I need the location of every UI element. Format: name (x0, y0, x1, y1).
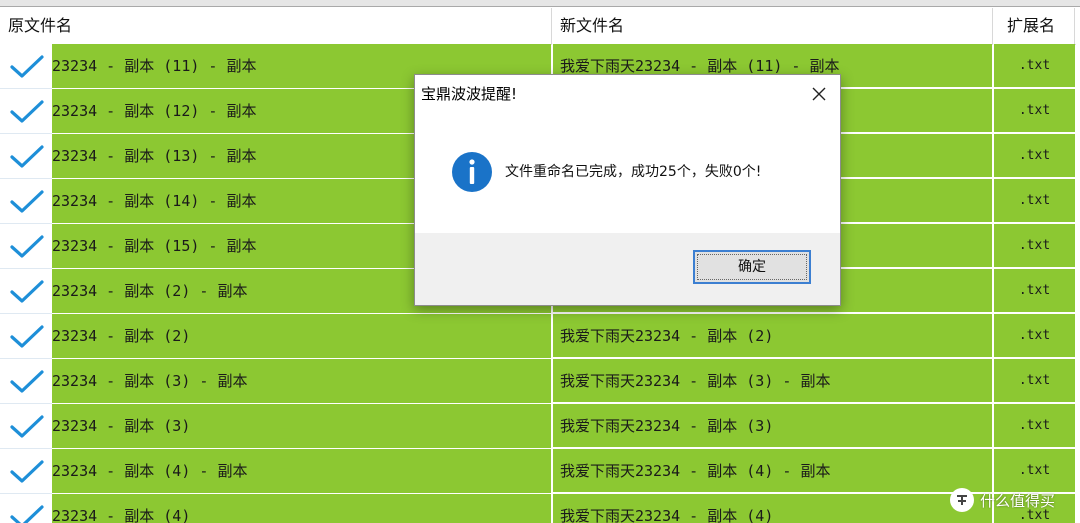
column-header-new[interactable]: 新文件名 (552, 8, 993, 44)
column-header-ext[interactable]: 扩展名 (993, 8, 1075, 44)
cell-new-name: 我爱下雨天23234 - 副本 (2) (552, 314, 992, 358)
cell-extension: .txt (993, 134, 1075, 178)
cell-extension: .txt (993, 359, 1075, 403)
dialog-message: 文件重命名已完成，成功25个，失败0个! (505, 164, 762, 180)
cell-original-name: 23234 - 副本 (4) - 副本 (52, 449, 551, 494)
column-header-original[interactable]: 原文件名 (0, 8, 552, 44)
cell-extension: .txt (993, 89, 1075, 133)
checkmark-icon[interactable] (0, 494, 52, 523)
cell-original-name: 23234 - 副本 (2) (52, 314, 551, 359)
cell-extension: .txt (993, 404, 1075, 448)
dialog-footer: 确定 (415, 233, 840, 305)
cell-extension: .txt (993, 179, 1075, 223)
table-row[interactable]: 23234 - 副本 (3) 我爱下雨天23234 - 副本 (3) .txt (0, 404, 1080, 449)
cell-new-name: 我爱下雨天23234 - 副本 (3) (552, 404, 992, 448)
zhi-logo-icon (950, 488, 974, 512)
dialog-title: 宝鼎波波提醒! (421, 85, 518, 103)
alert-dialog: 宝鼎波波提醒! 文件重命名已完成，成功25个，失败0个! 确定 (414, 74, 841, 306)
checkmark-icon[interactable] (0, 314, 52, 359)
checkmark-icon[interactable] (0, 134, 52, 179)
checkmark-icon[interactable] (0, 449, 52, 494)
checkmark-icon[interactable] (0, 404, 52, 449)
cell-new-name: 我爱下雨天23234 - 副本 (4) (552, 494, 992, 523)
close-icon[interactable] (810, 85, 828, 103)
column-header: 原文件名 新文件名 扩展名 (0, 8, 1080, 45)
table-row[interactable]: 23234 - 副本 (3) - 副本 我爱下雨天23234 - 副本 (3) -… (0, 359, 1080, 404)
cell-extension: .txt (993, 314, 1075, 358)
window-top-edge (0, 0, 1080, 7)
checkmark-icon[interactable] (0, 359, 52, 404)
ok-button[interactable]: 确定 (693, 250, 811, 284)
cell-original-name: 23234 - 副本 (3) - 副本 (52, 359, 551, 404)
checkmark-icon[interactable] (0, 179, 52, 224)
dialog-body: 文件重命名已完成，成功25个，失败0个! (415, 113, 840, 233)
cell-extension: .txt (993, 224, 1075, 268)
cell-original-name: 23234 - 副本 (3) (52, 404, 551, 449)
list-right-edge (1076, 44, 1080, 523)
info-icon (451, 151, 493, 193)
cell-new-name: 我爱下雨天23234 - 副本 (3) - 副本 (552, 359, 992, 403)
checkmark-icon[interactable] (0, 269, 52, 314)
checkmark-icon[interactable] (0, 89, 52, 134)
table-row[interactable]: 23234 - 副本 (4) 我爱下雨天23234 - 副本 (4) .txt (0, 494, 1080, 523)
cell-extension: .txt (993, 269, 1075, 313)
cell-original-name: 23234 - 副本 (4) (52, 494, 551, 523)
watermark: 什么值得买 (950, 487, 1055, 513)
table-row[interactable]: 23234 - 副本 (2) 我爱下雨天23234 - 副本 (2) .txt (0, 314, 1080, 359)
checkmark-icon[interactable] (0, 224, 52, 269)
watermark-text: 什么值得买 (980, 491, 1056, 510)
cell-extension: .txt (993, 44, 1075, 88)
table-row[interactable]: 23234 - 副本 (4) - 副本 我爱下雨天23234 - 副本 (4) -… (0, 449, 1080, 494)
cell-new-name: 我爱下雨天23234 - 副本 (4) - 副本 (552, 449, 992, 493)
checkmark-icon[interactable] (0, 44, 52, 89)
